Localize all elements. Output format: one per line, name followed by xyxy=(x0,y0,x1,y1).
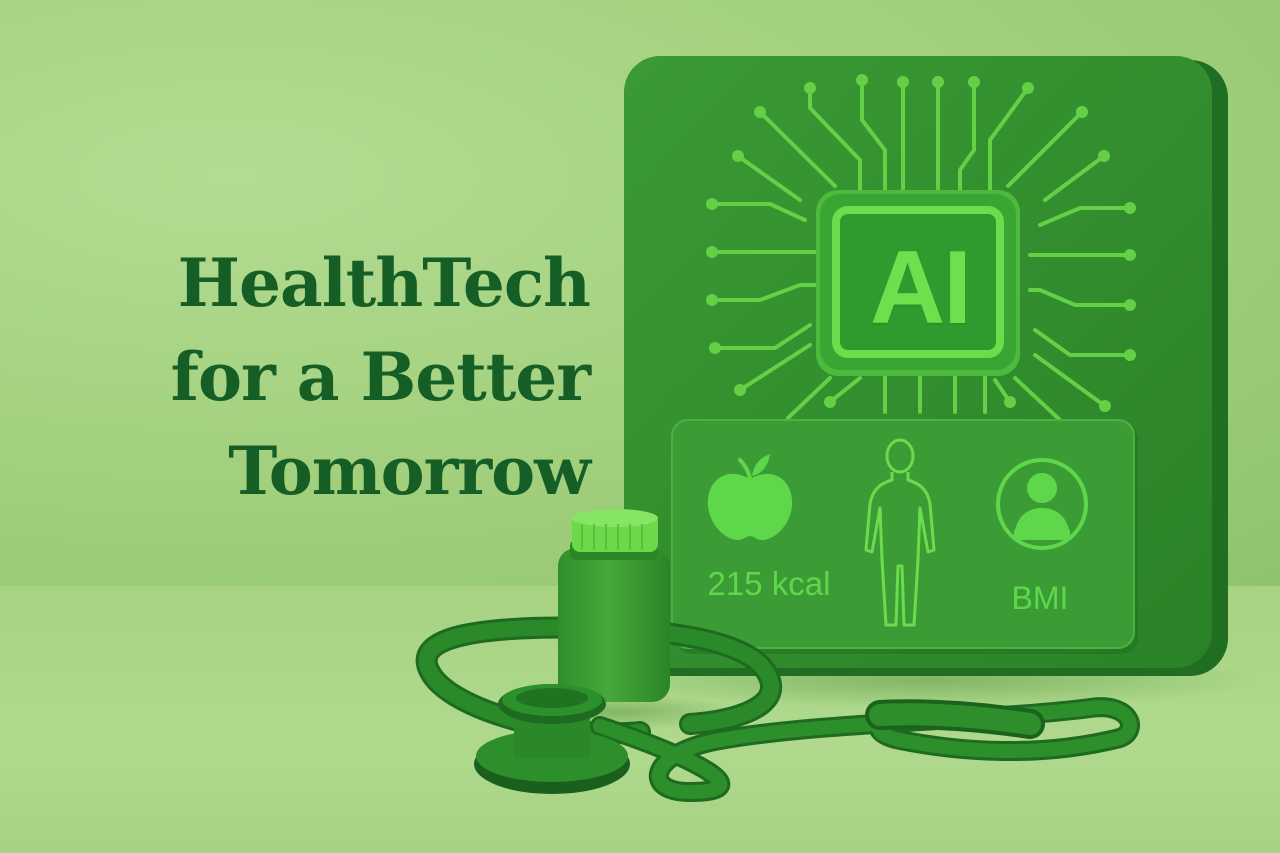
illustration xyxy=(415,56,1260,803)
bmi-label: BMI xyxy=(1011,580,1069,616)
hero-scene: HealthTech for a Better Tomorrow AI 215 … xyxy=(0,0,1280,853)
calorie-value: 215 kcal xyxy=(707,565,831,602)
ai-chip-label: AI xyxy=(870,230,972,346)
pill-bottle-icon xyxy=(558,509,670,702)
